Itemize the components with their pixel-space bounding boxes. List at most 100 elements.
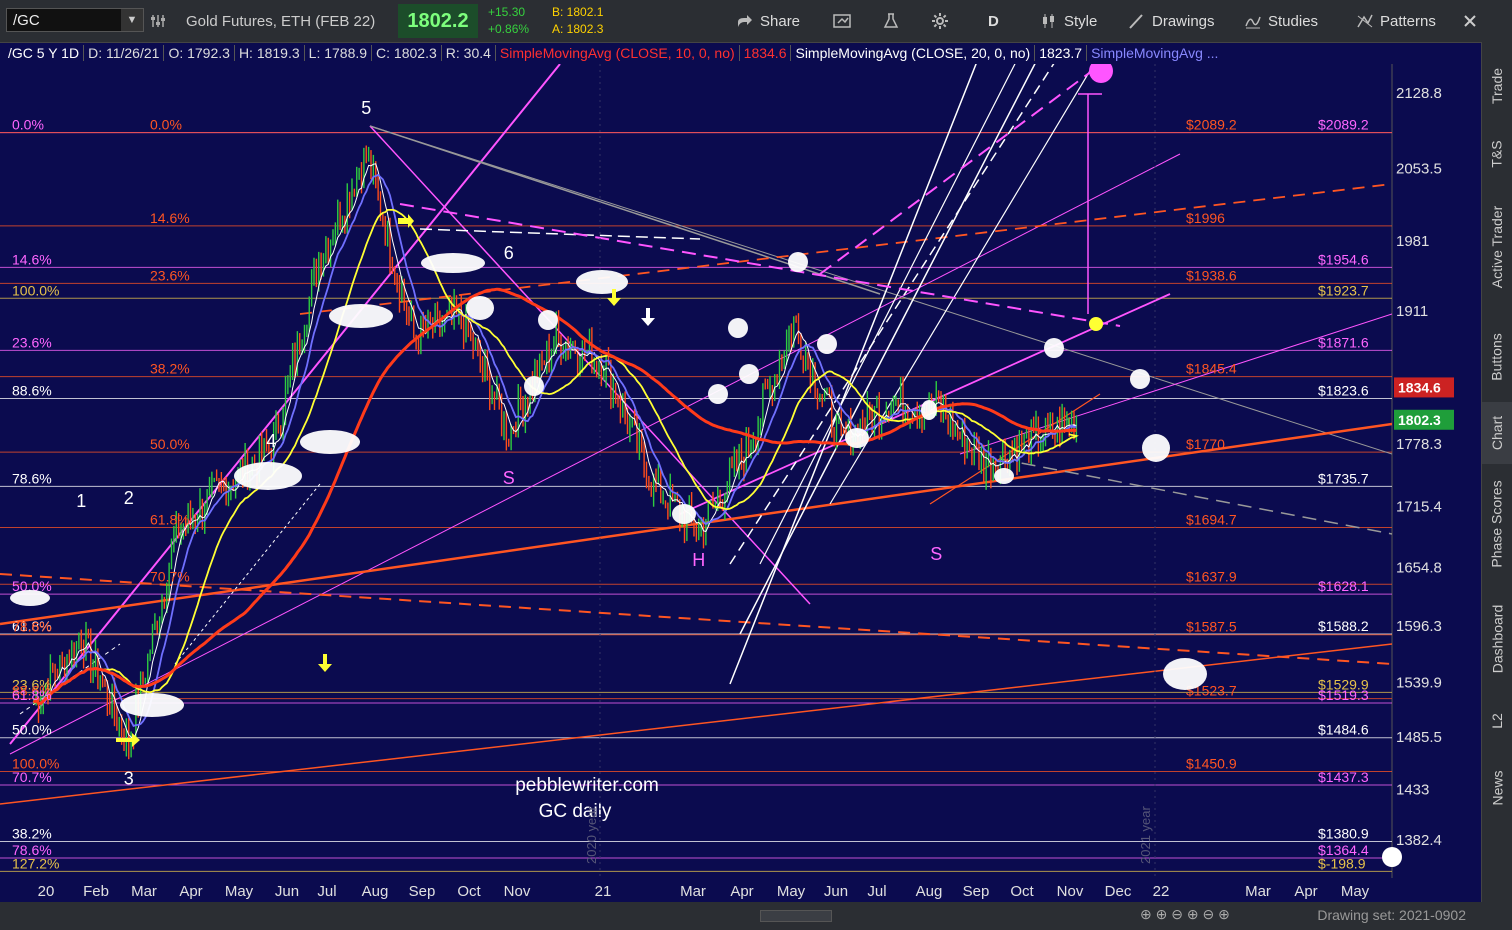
x-tick-label: Jun — [275, 883, 299, 900]
fib-label-left: 61.8% — [150, 511, 190, 527]
x-tick-label: Oct — [457, 883, 481, 900]
price-label-right: $1938.6 — [1186, 267, 1237, 283]
price-chart[interactable]: 1 2 3 4 5 6 S H S 0.0% 0.0% 14.6% 14.6% 23.6% 100.0% 23… — [0, 64, 1482, 902]
x-tick-label: Jun — [824, 883, 848, 900]
legend-date: D: 11/26/21 — [83, 45, 164, 61]
y-tick-label: 1382.4 — [1396, 832, 1442, 849]
sidebar-tab-label: Buttons — [1489, 333, 1506, 381]
sidebar-tab-label: Trade — [1489, 67, 1505, 105]
compare-icon[interactable] — [833, 0, 853, 42]
flask-icon[interactable] — [882, 0, 900, 42]
chevron-down-icon[interactable]: ▼ — [121, 9, 143, 31]
sidebar-tab-phase-scores[interactable]: Phase Scores — [1482, 464, 1512, 584]
drawings-button[interactable]: Drawings — [1128, 0, 1215, 42]
symbol-input[interactable]: /GC ▼ — [6, 8, 144, 32]
legend-high: H: 1819.3 — [233, 45, 304, 61]
watermark-site: pebblewriter.com — [515, 775, 659, 796]
sidebar-tab-t-s[interactable]: T&S — [1482, 126, 1512, 182]
candlestick-icon — [1043, 14, 1054, 28]
x-tick-label: Nov — [1057, 883, 1084, 900]
annotation-ellipse — [524, 376, 544, 396]
price-label-right: $1871.6 — [1318, 334, 1369, 350]
sidebar-tab-l2[interactable]: L2 — [1482, 694, 1512, 748]
drawings-label: Drawings — [1152, 12, 1215, 30]
zoom-controls[interactable]: ⊕ ⊕ ⊖ ⊕ ⊖ ⊕ — [1140, 906, 1230, 923]
fib-label-left: 14.6% — [12, 251, 52, 267]
symbol-value: /GC — [13, 12, 40, 29]
x-tick-label: Mar — [131, 883, 157, 900]
sliders-icon[interactable] — [150, 0, 166, 42]
x-tick-label: Aug — [916, 883, 943, 900]
style-button[interactable]: Style — [1040, 0, 1097, 42]
x-tick-label: Jul — [867, 883, 886, 900]
studies-icon — [1245, 16, 1261, 29]
x-tick-label: Sep — [963, 883, 990, 900]
studies-label: Studies — [1268, 12, 1319, 30]
annotation-ellipse — [1142, 434, 1170, 462]
annotation-ellipse — [1130, 369, 1150, 389]
annotation-ellipse — [300, 430, 360, 454]
x-tick-label: Mar — [680, 883, 706, 900]
share-label: Share — [760, 12, 801, 30]
price-label-right: $1450.9 — [1186, 755, 1237, 771]
annotation-ellipse — [921, 400, 937, 420]
legend-sma20-value: 1823.7 — [1034, 45, 1087, 61]
annotation-ellipse — [421, 253, 485, 273]
studies-button[interactable]: Studies — [1244, 0, 1318, 42]
chart-legend: /GC 5 Y 1D D: 11/26/21 O: 1792.3 H: 1819.3 L… — [4, 42, 1223, 64]
wave-label: 3 — [124, 768, 134, 788]
legend-low: L: 1788.9 — [303, 45, 372, 61]
sidebar-tab-trade[interactable]: Trade — [1482, 46, 1512, 126]
sidebar-tab-chart[interactable]: Chart — [1482, 402, 1512, 464]
scrollbar[interactable] — [760, 910, 832, 922]
price-label-right: $-198.9 — [1318, 855, 1366, 871]
x-tick-label: Apr — [1294, 883, 1317, 900]
annotation-ellipse — [466, 296, 494, 320]
legend-sma3: SimpleMovingAvg ... — [1086, 45, 1223, 61]
annotation-ellipse — [994, 468, 1014, 484]
patterns-button[interactable]: Patterns — [1356, 0, 1436, 42]
price-label-right: $1954.6 — [1318, 251, 1369, 267]
x-tick-label: Jul — [317, 883, 336, 900]
price-label-right: $1519.3 — [1318, 687, 1369, 703]
pencil-icon — [1129, 14, 1143, 29]
share-button[interactable]: Share — [736, 0, 800, 42]
x-tick-label: Feb — [83, 883, 109, 900]
price-badge-label: 1834.6 — [1398, 379, 1441, 395]
annotation-ellipse — [538, 310, 558, 330]
fib-label-left: 0.0% — [150, 117, 182, 133]
legend-symbol: /GC 5 Y 1D — [8, 45, 80, 61]
sidebar-tab-label: Dashboard — [1489, 604, 1505, 674]
x-tick-label: May — [777, 883, 806, 900]
period-selector[interactable]: D — [988, 0, 999, 42]
sidebar-tab-dashboard[interactable]: Dashboard — [1482, 584, 1512, 694]
price-label-right: $1996 — [1186, 210, 1225, 226]
share-icon — [738, 15, 752, 27]
x-tick-label: 20 — [38, 883, 55, 900]
y-tick-label: 2053.5 — [1396, 160, 1442, 177]
price-label-right: $1587.5 — [1186, 619, 1237, 635]
sidebar-tab-news[interactable]: News — [1482, 748, 1512, 828]
price-label-right: $1823.6 — [1318, 382, 1369, 398]
fib-label-left: 50.0% — [12, 722, 52, 738]
watermark-title: GC daily — [539, 801, 612, 822]
instrument-name: Gold Futures, ETH (FEB 22) — [186, 12, 376, 30]
ask-price: A: 1802.3 — [552, 22, 604, 36]
sidebar-tab-buttons[interactable]: Buttons — [1482, 312, 1512, 402]
y-tick-label: 1654.8 — [1396, 559, 1442, 576]
sidebar-tab-active-trader[interactable]: Active Trader — [1482, 182, 1512, 312]
y-tick-label: 1981 — [1396, 233, 1429, 250]
fib-label-left: 23.6% — [150, 267, 190, 283]
sidebar-tab-label: Phase Scores — [1489, 480, 1506, 568]
price-label-right: $1694.7 — [1186, 511, 1237, 527]
year-marker-2021: 2021 year — [1138, 806, 1153, 864]
current-marker — [1089, 317, 1103, 331]
bottom-bar: ⊕ ⊕ ⊖ ⊕ ⊖ ⊕ Drawing set: 2021-0902 — [0, 902, 1482, 930]
x-tick-label: May — [225, 883, 254, 900]
last-price: 1802.2 — [398, 4, 478, 38]
y-tick-label: 1539.9 — [1396, 674, 1442, 691]
gear-icon[interactable] — [931, 0, 949, 42]
fib-label-left: 14.6% — [150, 210, 190, 226]
x-tick-label: Apr — [179, 883, 202, 900]
close-icon[interactable] — [1462, 0, 1478, 42]
